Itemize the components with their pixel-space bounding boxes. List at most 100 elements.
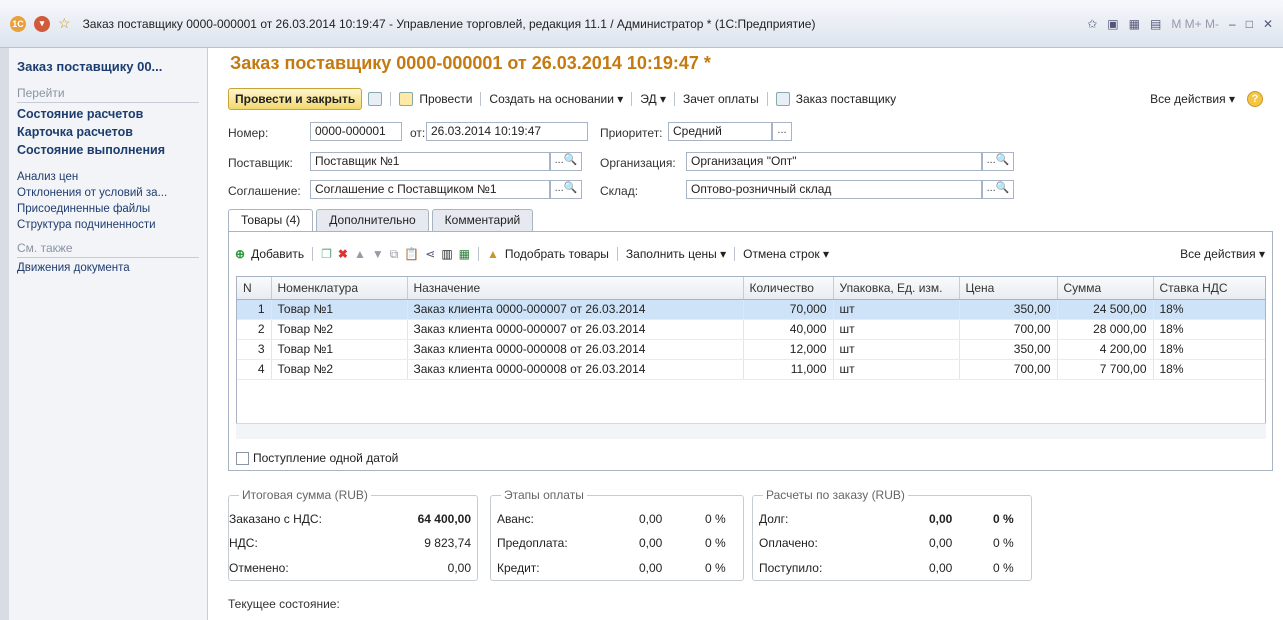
cell-unit[interactable]: шт (833, 339, 960, 360)
create-based-on-button[interactable]: Создать на основании ▾ (489, 92, 623, 106)
cell-sum[interactable]: 28 000,00 (1057, 319, 1154, 340)
tab-goods[interactable]: Товары (4) (228, 209, 314, 231)
favorites-star-icon[interactable]: ☆ (58, 15, 71, 32)
close-icon[interactable]: ✕ (1263, 17, 1273, 31)
app-1c-icon[interactable]: 1С (10, 15, 26, 32)
cell-sum[interactable]: 4 200,00 (1057, 339, 1154, 360)
cell-price[interactable]: 700,00 (959, 319, 1058, 340)
cell-sum[interactable]: 7 700,00 (1057, 359, 1154, 380)
menu-dropdown-icon[interactable]: ▾ (34, 15, 50, 32)
sidebar-link-settlement-state[interactable]: Состояние расчетов (17, 107, 199, 121)
cell-unit[interactable]: шт (833, 359, 960, 380)
all-actions-button[interactable]: Все действия ▾ (1150, 92, 1235, 106)
pick-goods-button[interactable]: Подобрать товары (505, 247, 609, 261)
tab-comment[interactable]: Комментарий (431, 209, 534, 231)
cell-purpose[interactable]: Заказ клиента 0000-000007 от 26.03.2014 (407, 299, 744, 320)
tab-additional[interactable]: Дополнительно (316, 209, 429, 231)
barcode-icon[interactable]: ▥ (441, 247, 452, 261)
sidebar-link-settlement-card[interactable]: Карточка расчетов (17, 125, 199, 139)
print-order-button[interactable]: Заказ поставщику (796, 92, 896, 106)
cell-purpose[interactable]: Заказ клиента 0000-000007 от 26.03.2014 (407, 319, 744, 340)
cell-quantity[interactable]: 40,000 (743, 319, 834, 340)
sidebar-link-execution-state[interactable]: Состояние выполнения (17, 143, 199, 157)
cell-item[interactable]: Товар №1 (271, 339, 408, 360)
cell-vat-rate[interactable]: 18% (1153, 299, 1265, 320)
payment-offset-button[interactable]: Зачет оплаты (683, 92, 759, 106)
memory-buttons[interactable]: M M+ M- (1171, 17, 1219, 31)
cell-price[interactable]: 350,00 (959, 339, 1058, 360)
favorites-icon[interactable]: ✩ (1087, 17, 1097, 31)
move-up-icon[interactable]: ▲ (354, 247, 366, 261)
minimize-icon[interactable]: – (1229, 17, 1236, 31)
cell-vat-rate[interactable]: 18% (1153, 359, 1265, 380)
history-icon[interactable]: ▣ (1107, 17, 1118, 31)
cell-quantity[interactable]: 70,000 (743, 299, 834, 320)
agreement-select-button[interactable]: ...🔍 (550, 180, 582, 199)
cell-price[interactable]: 350,00 (959, 299, 1058, 320)
fill-prices-button[interactable]: Заполнить цены ▾ (626, 247, 726, 261)
column-header-vat-rate[interactable]: Ставка НДС (1153, 277, 1265, 300)
date-field[interactable]: 26.03.2014 10:19:47 (426, 122, 588, 141)
cancel-rows-button[interactable]: Отмена строк ▾ (743, 247, 829, 261)
cell-sum[interactable]: 24 500,00 (1057, 299, 1154, 320)
sidebar-title[interactable]: Заказ поставщику 00... (17, 59, 199, 74)
table-row[interactable]: 3 Товар №1 Заказ клиента 0000-000008 от … (237, 339, 1265, 360)
calculator-icon[interactable]: ▦ (1129, 17, 1140, 31)
sidebar-link-structure[interactable]: Структура подчиненности (17, 219, 199, 231)
calendar-icon[interactable]: ▤ (1150, 17, 1161, 31)
cell-item[interactable]: Товар №2 (271, 319, 408, 340)
warehouse-select-button[interactable]: ...🔍 (982, 180, 1014, 199)
agreement-field[interactable]: Соглашение с Поставщиком №1 (310, 180, 550, 199)
sidebar-link-attached-files[interactable]: Присоединенные файлы (17, 203, 199, 215)
supplier-field[interactable]: Поставщик №1 (310, 152, 550, 171)
copy-row-icon[interactable]: ❐ (321, 247, 332, 261)
delete-row-icon[interactable]: ✖ (338, 247, 348, 261)
excel-icon[interactable]: ▦ (459, 247, 470, 261)
cell-unit[interactable]: шт (833, 299, 960, 320)
cell-item[interactable]: Товар №1 (271, 299, 408, 320)
organization-select-button[interactable]: ...🔍 (982, 152, 1014, 171)
cell-quantity[interactable]: 11,000 (743, 359, 834, 380)
ed-button[interactable]: ЭД ▾ (640, 92, 666, 106)
cell-item[interactable]: Товар №2 (271, 359, 408, 380)
post-and-close-button[interactable]: Провести и закрыть (228, 88, 363, 110)
priority-select-button[interactable]: ... (772, 122, 792, 141)
post-button[interactable]: Провести (419, 92, 472, 106)
warehouse-field[interactable]: Оптово-розничный склад (686, 180, 982, 199)
paste-icon[interactable]: 📋 (404, 247, 419, 261)
add-button[interactable]: Добавить (251, 247, 304, 261)
table-row[interactable]: 4 Товар №2 Заказ клиента 0000-000008 от … (237, 359, 1265, 380)
horizontal-scrollbar[interactable] (236, 423, 1266, 439)
cell-purpose[interactable]: Заказ клиента 0000-000008 от 26.03.2014 (407, 359, 744, 380)
organization-field[interactable]: Организация "Опт" (686, 152, 982, 171)
goods-all-actions-button[interactable]: Все действия ▾ (1180, 247, 1265, 261)
column-header-price[interactable]: Цена (959, 277, 1058, 300)
column-header-purpose[interactable]: Назначение (407, 277, 744, 300)
save-icon[interactable] (368, 92, 383, 106)
single-date-checkbox[interactable]: Поступление одной датой (236, 451, 398, 465)
column-header-unit[interactable]: Упаковка, Ед. изм. (833, 277, 960, 300)
cell-vat-rate[interactable]: 18% (1153, 319, 1265, 340)
column-header-item[interactable]: Номенклатура (271, 277, 408, 300)
cell-price[interactable]: 700,00 (959, 359, 1058, 380)
maximize-icon[interactable]: □ (1246, 17, 1253, 31)
cell-quantity[interactable]: 12,000 (743, 339, 834, 360)
supplier-select-button[interactable]: ...🔍 (550, 152, 582, 171)
table-row[interactable]: 1 Товар №1 Заказ клиента 0000-000007 от … (237, 299, 1265, 320)
move-down-icon[interactable]: ▼ (372, 247, 384, 261)
copy-icon[interactable]: ⧉ (390, 247, 399, 262)
table-row[interactable]: 2 Товар №2 Заказ клиента 0000-000007 от … (237, 319, 1265, 340)
column-header-quantity[interactable]: Количество (743, 277, 834, 300)
cell-vat-rate[interactable]: 18% (1153, 339, 1265, 360)
checkbox-box[interactable] (236, 451, 249, 465)
priority-field[interactable]: Средний (668, 122, 772, 141)
sidebar-link-movements[interactable]: Движения документа (17, 262, 199, 274)
share-icon[interactable]: ⋖ (425, 247, 435, 261)
help-icon[interactable]: ? (1247, 91, 1263, 107)
sidebar-link-price-analysis[interactable]: Анализ цен (17, 171, 199, 183)
cell-purpose[interactable]: Заказ клиента 0000-000008 от 26.03.2014 (407, 339, 744, 360)
cell-unit[interactable]: шт (833, 319, 960, 340)
number-field[interactable]: 0000-000001 (310, 122, 402, 141)
sidebar-link-deviations[interactable]: Отклонения от условий за... (17, 187, 199, 199)
column-header-sum[interactable]: Сумма (1057, 277, 1154, 300)
